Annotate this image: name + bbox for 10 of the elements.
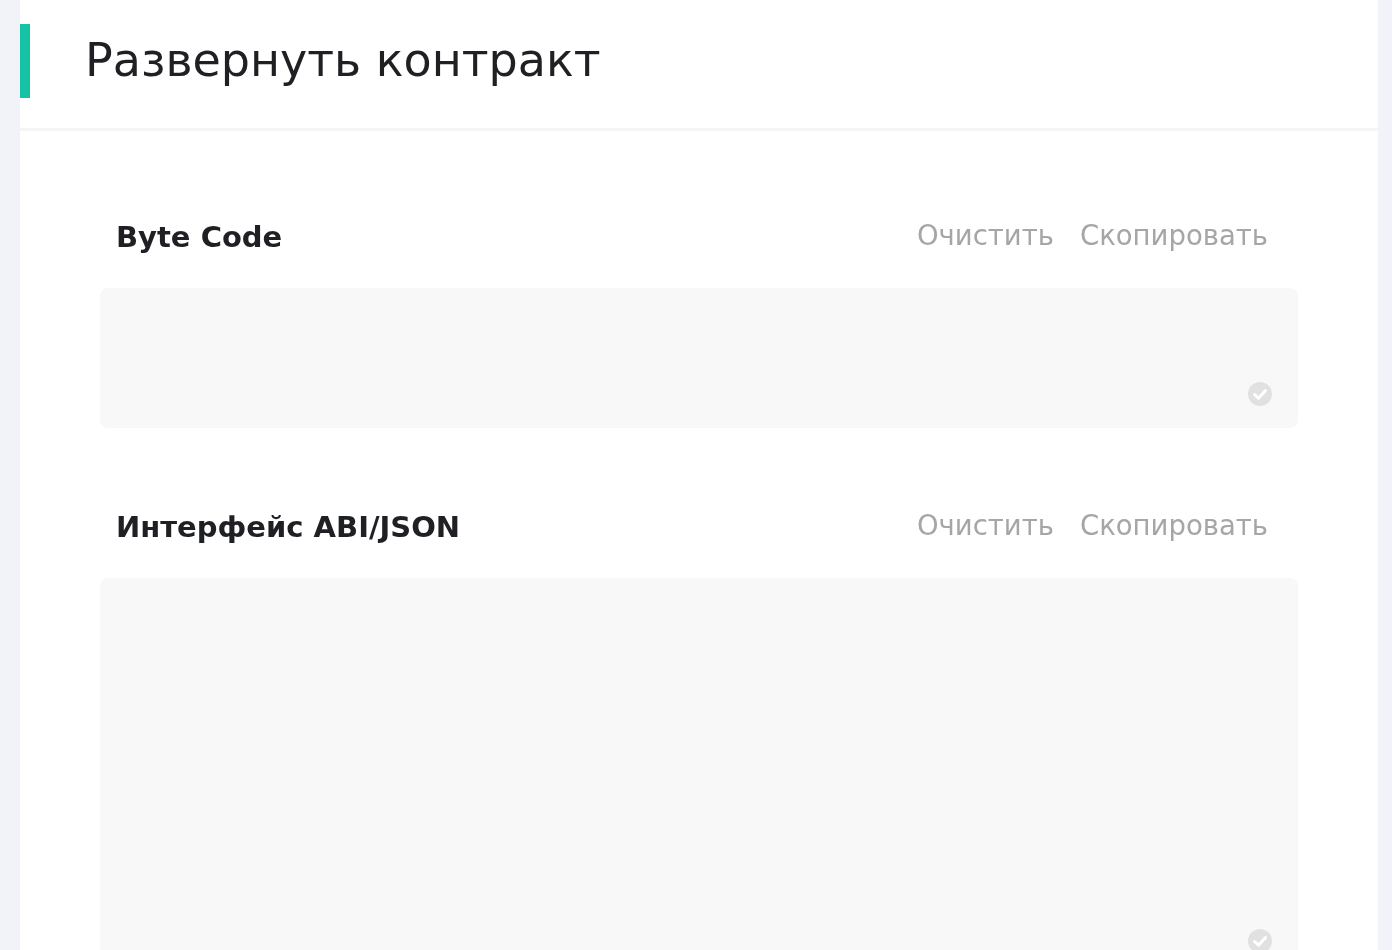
section-title: Интерфейс ABI/JSON bbox=[116, 509, 461, 547]
action-link[interactable]: Скопировать bbox=[1079, 505, 1268, 547]
check-circle-icon bbox=[1248, 382, 1272, 406]
action-link[interactable]: Скопировать bbox=[1079, 215, 1268, 257]
action-link[interactable]: Очистить bbox=[916, 505, 1054, 547]
code-text-area[interactable] bbox=[100, 288, 1298, 428]
section-title: Byte Code bbox=[116, 219, 283, 257]
action-link[interactable]: Очистить bbox=[916, 215, 1054, 257]
page-title: Развернуть контракт bbox=[85, 32, 601, 89]
code-text-area[interactable] bbox=[100, 578, 1298, 950]
